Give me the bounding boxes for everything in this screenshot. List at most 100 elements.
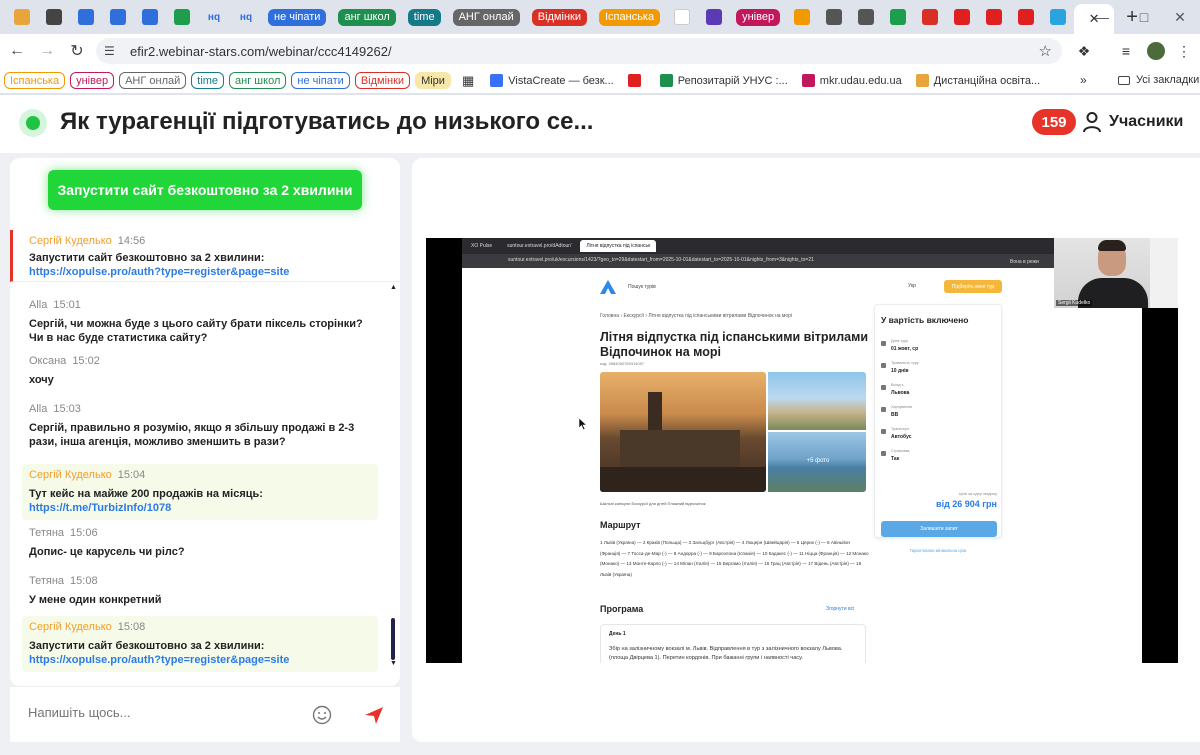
bookmark-link[interactable]: mkr.udau.edu.ua — [801, 74, 902, 87]
tab-group-pill[interactable]: АНГ онлай — [452, 8, 520, 26]
maximize-icon[interactable]: □ — [1124, 0, 1164, 34]
message-author: Сергій Куделько 15:08 — [29, 621, 146, 633]
browser-tab[interactable] — [1042, 2, 1074, 32]
gift-icon — [14, 9, 30, 25]
planner-icon — [142, 9, 158, 25]
browser-tab[interactable] — [850, 2, 882, 32]
browser-tab[interactable] — [134, 2, 166, 32]
tab-group-pill[interactable]: універ — [736, 8, 781, 26]
docs-icon — [110, 9, 126, 25]
message-author: Alla 15:03 — [29, 403, 81, 415]
browser-tab[interactable] — [818, 2, 850, 32]
site-settings-icon[interactable]: ☰ — [104, 44, 124, 58]
program-day: День 1 Збір на залізничному вокзалі м. Л… — [600, 624, 866, 663]
extensions-icon[interactable]: ❖ — [1070, 34, 1098, 68]
more-bookmarks-icon[interactable]: » — [1080, 73, 1087, 87]
participants-count-badge: 159 — [1032, 109, 1076, 135]
shared-tab: XO Pulse — [471, 243, 493, 249]
bookmark-folder[interactable]: АНГ онлай — [119, 72, 187, 89]
send-icon[interactable] — [364, 705, 384, 725]
close-window-icon[interactable]: ✕ — [1160, 0, 1200, 34]
shared-tab: suntour.extravel.pro/dAdtour/ — [507, 243, 572, 249]
bookmark-folder[interactable]: універ — [70, 72, 115, 89]
minimize-icon[interactable]: — — [1082, 0, 1122, 34]
scroll-down-icon[interactable]: ▼ — [390, 660, 397, 667]
bookmark-folder[interactable]: Іспанська — [4, 72, 66, 89]
browser-tab[interactable] — [946, 2, 978, 32]
reload-icon[interactable]: ↻ — [62, 36, 92, 66]
included-value: 10 днів — [891, 368, 909, 374]
bookmark-folder[interactable]: Відмінки — [354, 72, 411, 89]
profile-avatar[interactable] — [1142, 34, 1170, 68]
bookmark-link[interactable] — [627, 74, 646, 87]
tour-photo-main — [600, 372, 766, 492]
browser-tab[interactable] — [978, 2, 1010, 32]
tab-favicon-text: нq — [239, 11, 253, 23]
scroll-up-icon[interactable]: ▲ — [390, 284, 397, 291]
message-text: Сергій, чи можна буде з цього сайту брат… — [29, 318, 363, 344]
message-input[interactable] — [28, 705, 298, 720]
browser-tab[interactable] — [6, 2, 38, 32]
message-link[interactable]: https://xopulse.pro/auth?type=register&p… — [29, 653, 378, 667]
emoji-icon[interactable] — [312, 705, 332, 725]
address-bar[interactable]: ☰ efir2.webinar-stars.com/webinar/ccc414… — [96, 38, 1062, 64]
tab-group-pill[interactable]: time — [407, 8, 441, 26]
day-title: День 1 — [609, 631, 626, 637]
menu-icon[interactable]: ⋮ — [1170, 34, 1198, 68]
bookmark-label: mkr.udau.edu.ua — [819, 74, 902, 87]
browser-tab[interactable] — [666, 2, 698, 32]
bookmark-link[interactable]: VistaCreate — безк... — [490, 74, 614, 87]
apps-grid-icon[interactable]: ▦ — [462, 73, 474, 89]
tab-group-pill[interactable]: Відмінки — [531, 8, 587, 26]
tab-group-pill[interactable]: анг школ — [338, 8, 396, 26]
sheets-icon — [174, 9, 190, 25]
back-icon[interactable]: ← — [2, 36, 32, 66]
bookmark-link[interactable]: Репозитарій УНУС :... — [659, 74, 788, 87]
chat-scrollbar[interactable]: ▲ ▼ — [390, 284, 398, 667]
browser-tab[interactable]: нq — [230, 2, 262, 32]
message-author: Тетяна 15:08 — [29, 575, 98, 587]
sheets-icon — [890, 9, 907, 25]
browser-tab[interactable] — [38, 2, 70, 32]
forward-icon[interactable]: → — [32, 36, 62, 66]
browser-tab[interactable] — [102, 2, 134, 32]
browser-tab[interactable]: нq — [198, 2, 230, 32]
chat-panel: Запустити сайт безкоштовно за 2 хвилини … — [10, 158, 400, 686]
all-bookmarks-label: Усі закладки — [1136, 74, 1200, 86]
bookmark-folder[interactable]: не чіпати — [291, 72, 350, 89]
browser-tab[interactable] — [786, 2, 818, 32]
included-value: 01 жовт, ср — [891, 346, 919, 352]
message-link[interactable]: https://t.me/TurbizInfo/1078 — [29, 501, 378, 515]
scroll-thumb[interactable] — [391, 618, 395, 660]
message-author: Тетяна 15:06 — [29, 527, 98, 539]
bookmark-folder[interactable]: анг школ — [229, 72, 287, 89]
message-text: хочу — [29, 374, 54, 386]
participants-button[interactable]: Учасники — [1109, 113, 1183, 131]
google-icon — [674, 9, 691, 25]
browser-tab[interactable] — [1010, 2, 1042, 32]
included-value: Львова — [891, 390, 910, 396]
launch-site-button[interactable]: Запустити сайт безкоштовно за 2 хвилини — [48, 170, 362, 210]
message-text: Тут кейс на майже 200 продажів на місяць… — [29, 488, 263, 500]
bookmark-folder[interactable]: time — [191, 72, 225, 89]
bookmark-star-icon[interactable]: ☆ — [1039, 42, 1052, 60]
hat-icon — [858, 9, 875, 25]
bookmark-folder[interactable]: Міри — [415, 72, 451, 89]
user-icon[interactable] — [1082, 111, 1102, 133]
logo-icon — [600, 280, 616, 294]
browser-tab[interactable] — [882, 2, 914, 32]
browser-tab[interactable] — [914, 2, 946, 32]
tab-group-pill[interactable]: не чіпати — [268, 8, 327, 26]
browser-tab[interactable] — [70, 2, 102, 32]
browser-tab[interactable] — [166, 2, 198, 32]
message-link[interactable]: https://xopulse.pro/auth?type=register&p… — [29, 265, 400, 279]
breadcrumb: Головна › Екскурсії › Літня відпустка пі… — [600, 313, 793, 319]
bookmark-link[interactable]: Дистанційна освіта... — [915, 74, 1040, 87]
reading-list-icon[interactable]: ≡ — [1112, 34, 1140, 68]
guarantee-label: Гарантована мінімальна ціна — [909, 548, 967, 553]
included-key: Харчування — [891, 405, 912, 409]
browser-tab[interactable] — [698, 2, 730, 32]
tab-group-pill[interactable]: Іспанська — [598, 8, 661, 26]
all-bookmarks[interactable]: Усі закладки — [1118, 74, 1199, 86]
chat-message: Alla 15:03 Сергій, правильно я розумію, як… — [22, 398, 378, 449]
